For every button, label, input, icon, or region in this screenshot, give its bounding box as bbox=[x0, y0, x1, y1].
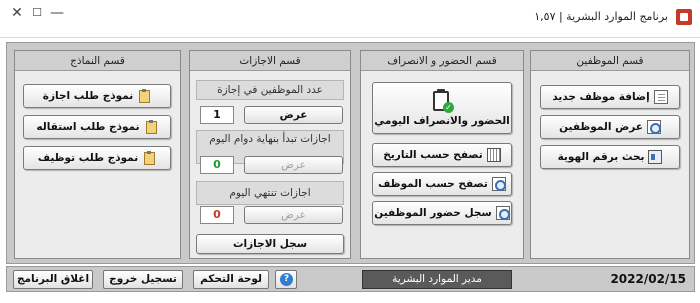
leaves-panel: قسم الاجازات عدد الموظفين في إجازة عرض 1… bbox=[189, 50, 351, 259]
view-on-leave-button[interactable]: عرض bbox=[244, 106, 343, 124]
title-bar: برنامج الموارد البشرية | ١,٥٧ ✕ ☐ — bbox=[0, 0, 700, 38]
search-by-id-button[interactable]: بحث برقم الهوية bbox=[540, 145, 680, 169]
leaves-log-button[interactable]: سجل الاجازات bbox=[196, 234, 344, 254]
view-ending-leaves-button[interactable]: عرض bbox=[244, 206, 343, 224]
attendance-panel-title: قسم الحضور و الانصراف bbox=[361, 51, 523, 71]
add-employee-button[interactable]: إضافة موظف جديد bbox=[540, 85, 680, 109]
search-by-id-label: بحث برقم الهوية bbox=[557, 151, 645, 163]
calendar-icon bbox=[486, 148, 501, 162]
browse-by-employee-button[interactable]: تصفح حسب الموظف bbox=[372, 172, 512, 196]
maximize-icon[interactable]: ☐ bbox=[30, 6, 44, 20]
attendance-log-button[interactable]: سجل حضور الموظفين bbox=[372, 201, 512, 225]
clipboard-icon bbox=[137, 89, 151, 103]
view-employees-label: عرض الموظفين bbox=[559, 121, 643, 133]
id-card-icon bbox=[648, 150, 663, 164]
search-icon bbox=[491, 177, 506, 191]
logout-button[interactable]: تسجيل خروج bbox=[103, 270, 183, 289]
help-button[interactable]: ? bbox=[275, 270, 297, 289]
close-icon[interactable]: ✕ bbox=[10, 6, 24, 20]
bottom-bar: اغلاق البرنامج تسجيل خروج لوحة التحكم ? … bbox=[6, 266, 695, 292]
clipboard-icon bbox=[142, 151, 156, 165]
view-starting-leaves-button[interactable]: عرض bbox=[244, 156, 343, 174]
leave-request-form-button[interactable]: نموذج طلب اجازة bbox=[23, 84, 171, 108]
leaves-log-label: سجل الاجازات bbox=[232, 238, 308, 250]
add-employee-label: إضافة موظف جديد bbox=[552, 91, 650, 103]
current-date: 2022/02/15 bbox=[610, 272, 686, 286]
on-leave-count: 1 bbox=[200, 106, 234, 124]
employees-panel-title: قسم الموظفين bbox=[531, 51, 689, 71]
browse-by-date-button[interactable]: تصفح حسب التاريخ bbox=[372, 143, 512, 167]
dashboard-button[interactable]: لوحة التحكم bbox=[193, 270, 269, 289]
leaves-ending-count: 0 bbox=[200, 206, 234, 224]
view-employees-button[interactable]: عرض الموظفين bbox=[540, 115, 680, 139]
resignation-form-button[interactable]: نموذج طلب استقاله bbox=[23, 115, 171, 139]
forms-panel: قسم النماذج نموذج طلب اجازة نموذج طلب اس… bbox=[14, 50, 181, 259]
help-icon: ? bbox=[280, 273, 293, 286]
daily-attendance-button[interactable]: ✓ الحضور والانصراف اليومي bbox=[372, 82, 512, 134]
leaves-panel-title: قسم الاجازات bbox=[190, 51, 350, 71]
exit-program-button[interactable]: اغلاق البرنامج bbox=[13, 270, 93, 289]
leaves-ending-label: اجازات تنتهي اليوم bbox=[196, 181, 344, 205]
browse-by-date-label: تصفح حسب التاريخ bbox=[383, 149, 483, 161]
report-icon bbox=[495, 206, 510, 220]
search-icon bbox=[646, 120, 661, 134]
main-form: قسم الموظفين إضافة موظف جديد عرض الموظفي… bbox=[6, 42, 695, 264]
leave-request-form-label: نموذج طلب اجازة bbox=[42, 90, 134, 102]
window-title: برنامج الموارد البشرية | ١,٥٧ bbox=[534, 10, 668, 23]
on-leave-label: عدد الموظفين في إجازة bbox=[196, 80, 344, 100]
minimize-icon[interactable]: — bbox=[50, 6, 64, 20]
attendance-panel: قسم الحضور و الانصراف ✓ الحضور والانصراف… bbox=[360, 50, 524, 259]
browse-by-employee-label: تصفح حسب الموظف bbox=[378, 178, 488, 190]
daily-attendance-label: الحضور والانصراف اليومي bbox=[374, 115, 510, 127]
clipboard-check-icon: ✓ bbox=[431, 89, 454, 113]
attendance-log-label: سجل حضور الموظفين bbox=[374, 207, 492, 219]
leaves-starting-count: 0 bbox=[200, 156, 234, 174]
clipboard-icon bbox=[144, 120, 158, 134]
current-user-box: مدير الموارد البشرية bbox=[362, 270, 512, 289]
employees-panel: قسم الموظفين إضافة موظف جديد عرض الموظفي… bbox=[530, 50, 690, 259]
add-employee-icon bbox=[653, 90, 668, 104]
app-icon bbox=[676, 9, 692, 25]
resignation-form-label: نموذج طلب استقاله bbox=[36, 121, 140, 133]
employment-form-label: نموذج طلب توظيف bbox=[37, 152, 139, 164]
employment-form-button[interactable]: نموذج طلب توظيف bbox=[23, 146, 171, 170]
forms-panel-title: قسم النماذج bbox=[15, 51, 180, 71]
